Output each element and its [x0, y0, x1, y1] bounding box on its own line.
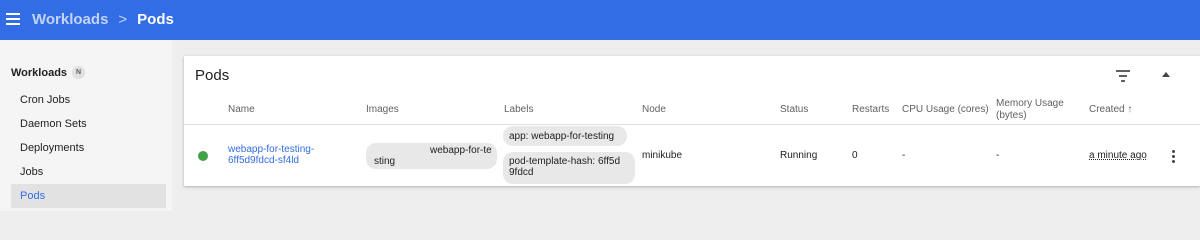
column-header-node: Node — [642, 104, 666, 115]
label-chip-pod-template-hash: pod-template-hash: 6ff5d 9fdcd — [503, 152, 635, 184]
menu-icon[interactable] — [6, 13, 20, 25]
pod-name-line1: webapp-for-testing- — [228, 144, 315, 155]
image-line1: webapp-for-te — [430, 145, 492, 156]
image-line2: sting — [374, 156, 396, 167]
sidebar-item-jobs[interactable]: Jobs — [11, 160, 166, 184]
filter-icon[interactable] — [1116, 70, 1132, 82]
memory-cell: - — [996, 150, 1000, 161]
label-chip-app: app: webapp-for-testing — [503, 126, 627, 146]
breadcrumb-separator: > — [118, 11, 128, 28]
column-header-memory: Memory Usage (bytes) — [996, 98, 1064, 122]
sidebar-section-workloads[interactable]: Workloads N — [11, 66, 86, 79]
namespaced-badge: N — [72, 66, 86, 79]
top-app-bar: Workloads > Pods — [0, 0, 1200, 40]
column-header-images: Images — [366, 104, 399, 115]
column-header-restarts: Restarts — [852, 104, 890, 115]
pods-card: Pods Name Images Labels Node Status Rest… — [184, 56, 1200, 186]
column-header-cpu: CPU Usage (cores) — [902, 104, 989, 115]
restarts-cell: 0 — [852, 150, 858, 161]
header-divider — [184, 124, 1200, 125]
node-cell: minikube — [642, 150, 683, 161]
column-header-name[interactable]: Name — [228, 104, 255, 116]
image-chip: webapp-for-te sting — [366, 143, 497, 169]
sidebar-item-deployments[interactable]: Deployments — [11, 136, 166, 160]
card-title: Pods — [195, 67, 230, 84]
more-vert-icon[interactable] — [1172, 150, 1176, 164]
column-header-memory-line2: (bytes) — [996, 110, 1027, 121]
label2-line1: pod-template-hash: 6ff5d — [509, 156, 621, 167]
breadcrumb-current: Pods — [137, 11, 174, 28]
breadcrumb-workloads-link[interactable]: Workloads — [32, 11, 108, 28]
column-header-memory-line1: Memory Usage — [996, 98, 1064, 109]
label2-line2: 9fdcd — [509, 167, 534, 178]
created-cell: a minute ago — [1089, 150, 1147, 161]
column-header-status: Status — [780, 104, 809, 115]
sidebar-item-daemon-sets[interactable]: Daemon Sets — [11, 112, 166, 136]
pod-name-line2: 6ff5d9fdcd-sf4ld — [228, 155, 299, 166]
breadcrumb: Workloads > Pods — [32, 11, 174, 28]
running-status-icon — [198, 151, 208, 161]
status-cell: Running — [780, 150, 818, 161]
sidebar-item-pods[interactable]: Pods — [11, 184, 166, 208]
cpu-cell: - — [902, 150, 906, 161]
sidebar-section-title: Workloads — [11, 66, 68, 79]
column-header-labels: Labels — [504, 104, 534, 115]
pod-name-link[interactable]: webapp-for-testing- 6ff5d9fdcd-sf4ld — [228, 144, 338, 166]
column-header-created[interactable]: Created ↑ — [1089, 104, 1132, 116]
chevron-up-icon[interactable] — [1162, 72, 1170, 77]
sidebar-item-cron-jobs[interactable]: Cron Jobs — [11, 88, 166, 112]
